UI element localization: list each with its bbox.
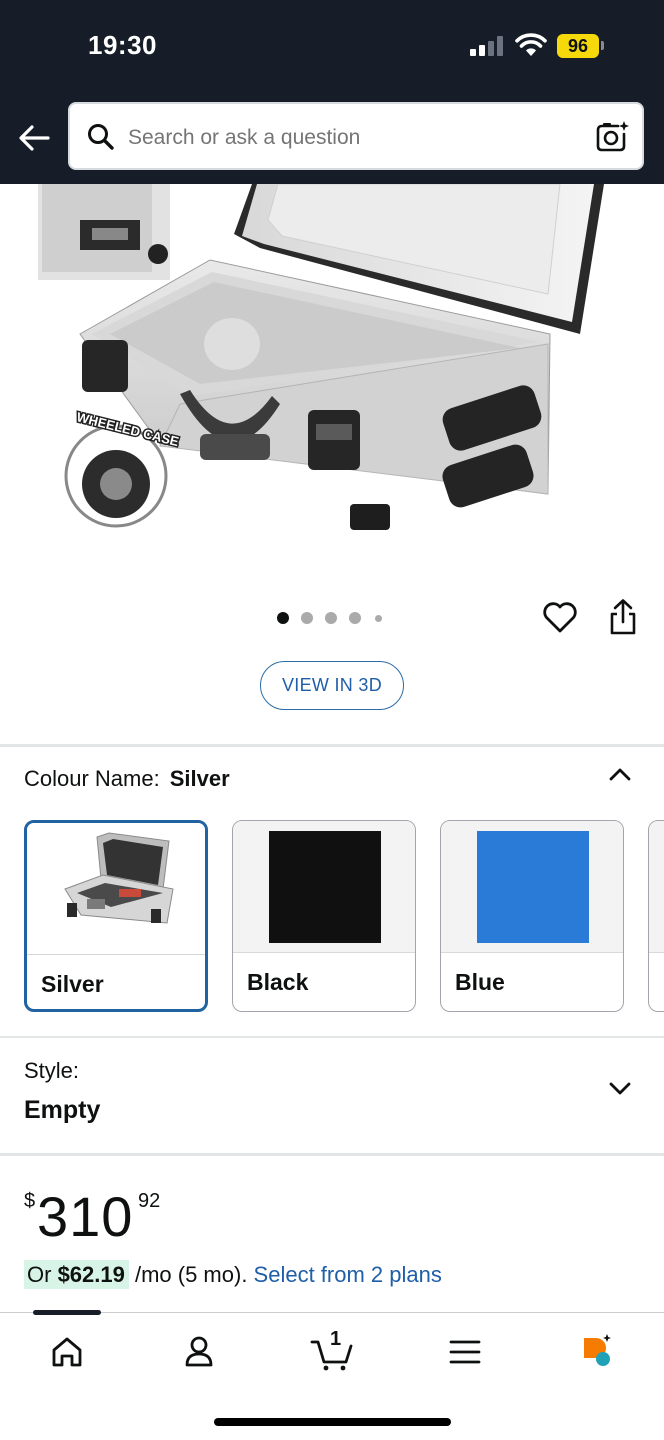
black-color-swatch xyxy=(269,831,381,943)
carousel-dot xyxy=(277,612,289,624)
colour-option-label: Silver xyxy=(41,971,104,997)
carousel-dot xyxy=(375,615,382,622)
home-icon[interactable] xyxy=(47,1332,87,1372)
blue-color-swatch xyxy=(477,831,589,943)
carousel-dot xyxy=(325,612,337,624)
monthly-amount: $62.19 xyxy=(57,1262,125,1287)
search-icon xyxy=(88,124,114,150)
style-label: Style: xyxy=(24,1058,80,1083)
select-plans-link[interactable]: Select from 2 plans xyxy=(254,1262,442,1287)
app-header: 19:30 96 xyxy=(0,0,664,184)
section-divider xyxy=(0,744,664,747)
active-tab-indicator xyxy=(33,1310,101,1315)
cart-count-badge: 1 xyxy=(330,1328,342,1350)
section-divider xyxy=(0,1036,664,1038)
home-indicator xyxy=(214,1418,451,1426)
wheeled-case-illustration: WHEELED CASE xyxy=(38,184,604,530)
section-divider xyxy=(0,1153,664,1156)
camera-lens-icon[interactable] xyxy=(594,120,630,154)
chevron-down-icon[interactable] xyxy=(606,1074,634,1102)
colour-option-label: Blue xyxy=(455,969,505,995)
monthly-payment-line: Or $62.19 /mo (5 mo). Select from 2 plan… xyxy=(24,1260,442,1289)
colour-option-blue[interactable]: Blue xyxy=(440,820,624,1012)
price-currency-symbol: $ xyxy=(24,1190,36,1212)
style-value[interactable]: Empty xyxy=(24,1096,100,1125)
silver-case-thumbnail xyxy=(64,832,174,924)
search-input[interactable] xyxy=(128,126,568,150)
swatch-image xyxy=(441,821,623,953)
monthly-payment-highlight: Or $62.19 xyxy=(24,1260,129,1289)
colour-name-row: Colour Name: Silver xyxy=(24,766,230,792)
swatch-image xyxy=(233,821,415,953)
view-in-3d-button[interactable]: VIEW IN 3D xyxy=(260,661,404,710)
colour-name-label: Colour Name: xyxy=(24,766,160,791)
colour-option-label: Black xyxy=(247,969,309,995)
colour-name-value: Silver xyxy=(169,766,230,791)
cellular-signal-icon xyxy=(470,36,506,56)
assistant-icon[interactable] xyxy=(576,1332,616,1372)
cart-button[interactable]: 1 xyxy=(310,1328,356,1372)
account-icon[interactable] xyxy=(179,1332,219,1372)
product-image[interactable]: WHEELED CASE xyxy=(0,184,664,584)
swatch-image xyxy=(27,823,205,955)
heart-icon[interactable] xyxy=(542,600,578,634)
carousel-dot xyxy=(349,612,361,624)
search-bar[interactable] xyxy=(68,102,644,170)
colour-option-silver[interactable]: Silver xyxy=(24,820,208,1012)
status-time: 19:30 xyxy=(88,30,157,60)
colour-option-more[interactable] xyxy=(648,820,664,1012)
monthly-suffix: /mo (5 mo). xyxy=(128,1262,254,1287)
chevron-up-icon[interactable] xyxy=(606,760,634,788)
share-icon[interactable] xyxy=(606,598,640,636)
back-arrow-icon[interactable] xyxy=(14,118,56,158)
battery-tip xyxy=(601,41,604,50)
price-whole: 310 xyxy=(37,1185,134,1248)
carousel-dot xyxy=(301,612,313,624)
colour-option-black[interactable]: Black xyxy=(232,820,416,1012)
battery-level: 96 xyxy=(557,34,599,58)
wifi-icon xyxy=(515,33,547,56)
menu-icon[interactable] xyxy=(445,1332,485,1372)
swatch-image xyxy=(649,821,664,953)
price-fraction: 92 xyxy=(138,1190,161,1212)
monthly-prefix: Or xyxy=(27,1262,58,1287)
